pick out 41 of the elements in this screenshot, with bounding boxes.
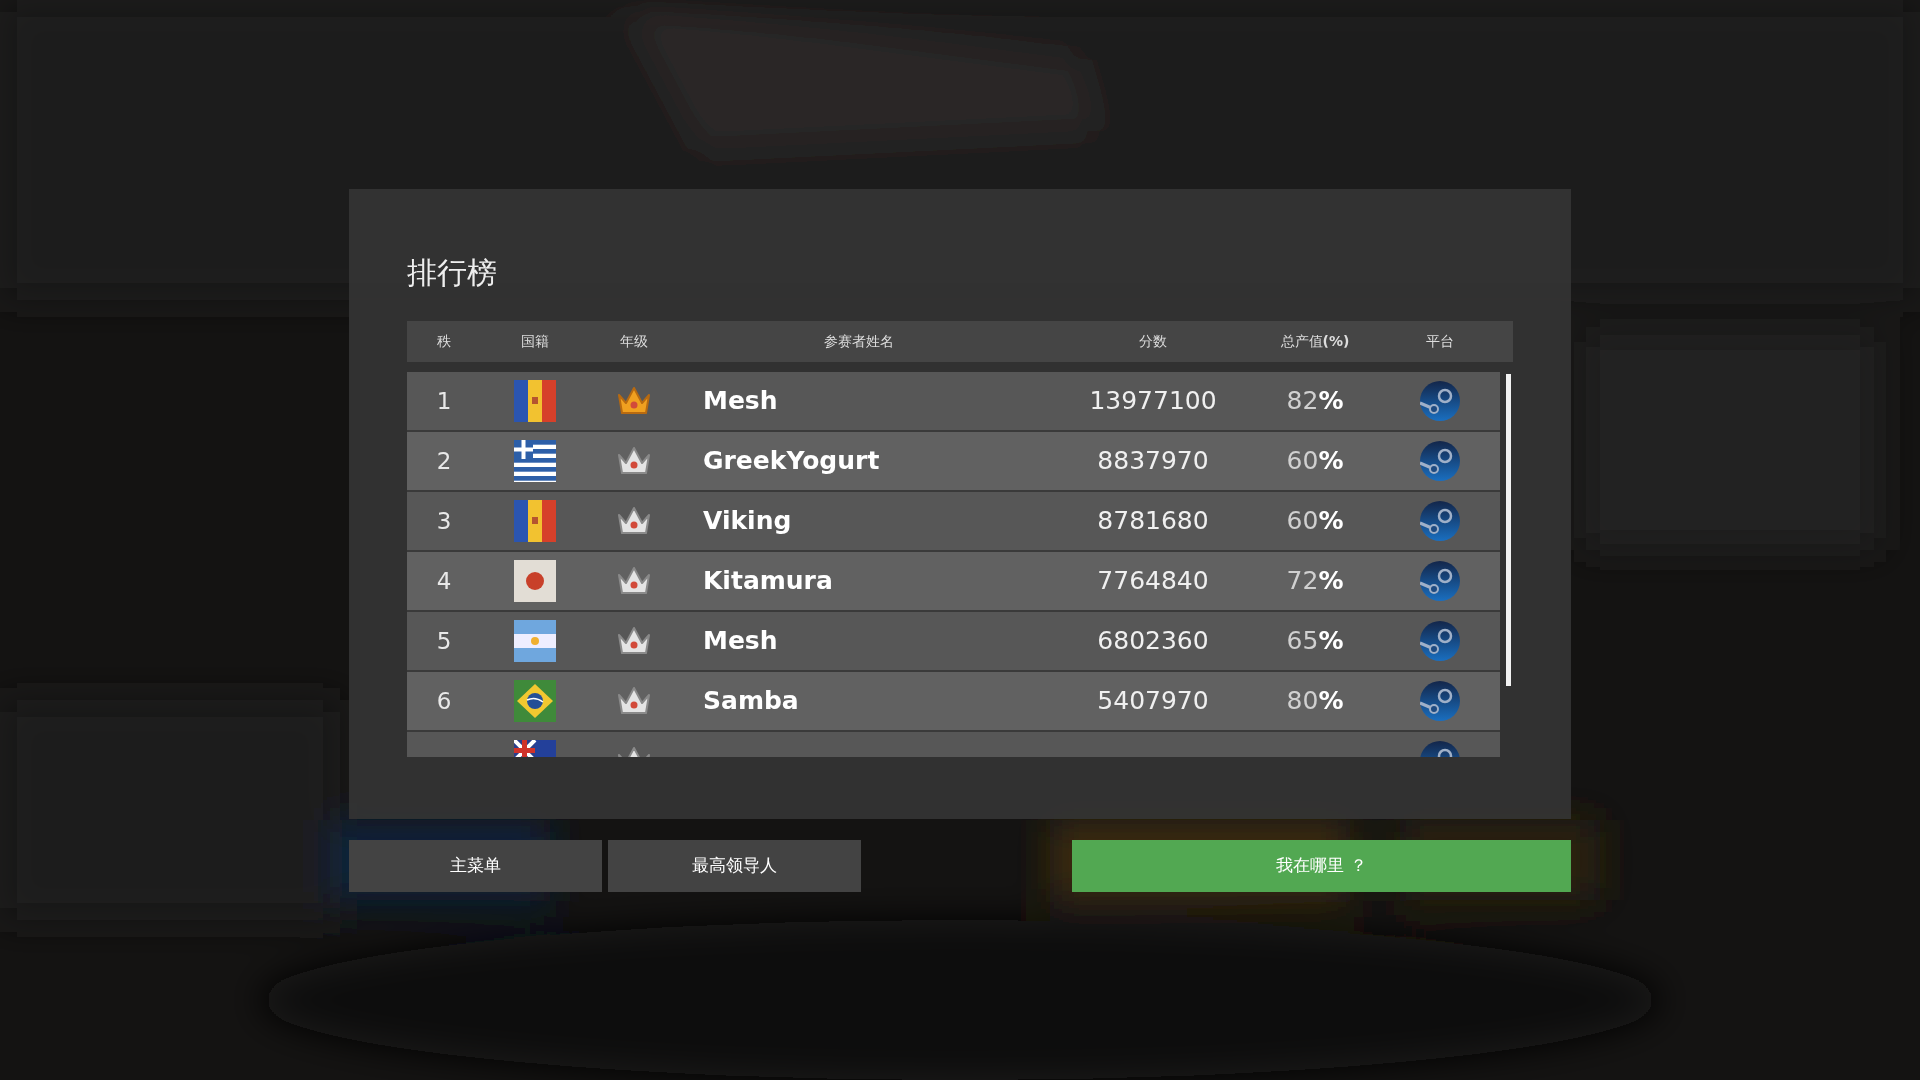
column-header: 参赛者姓名 bbox=[823, 332, 895, 351]
rank-number: 3 bbox=[436, 507, 452, 534]
rank-number: 4 bbox=[436, 567, 452, 594]
percent-value: 65% bbox=[1286, 626, 1344, 656]
platform-logo-icon bbox=[1420, 681, 1460, 721]
percent-value: 72% bbox=[1286, 566, 1344, 596]
rank-number: 5 bbox=[436, 627, 452, 654]
score-value: 8837970 bbox=[1097, 446, 1209, 476]
column-header: 总产值(%) bbox=[1279, 332, 1351, 351]
platform-logo-icon bbox=[1420, 501, 1460, 541]
platform-logo-icon bbox=[1420, 621, 1460, 661]
player-name: Samba bbox=[703, 686, 799, 716]
percent-value: 82% bbox=[1286, 386, 1344, 416]
score-value: 8781680 bbox=[1097, 506, 1209, 536]
column-header: 分数 bbox=[1138, 332, 1168, 351]
platform-logo-icon bbox=[1420, 561, 1460, 601]
player-name: Kitamura bbox=[703, 566, 833, 596]
player-name: Mesh bbox=[703, 386, 778, 416]
rank-number: 6 bbox=[436, 687, 452, 714]
percent-value: 60% bbox=[1286, 506, 1344, 536]
column-header: 国籍 bbox=[520, 332, 550, 351]
player-name: Viking bbox=[703, 506, 792, 536]
rank-number: 2 bbox=[436, 447, 452, 474]
platform-logo-icon bbox=[1420, 381, 1460, 421]
menu-button[interactable]: 最高领导人 bbox=[608, 840, 861, 892]
panel-title: 排行榜 bbox=[407, 255, 498, 291]
column-header: 年级 bbox=[619, 332, 649, 351]
menu-button[interactable]: 主菜单 bbox=[349, 840, 602, 892]
percent-value: 60% bbox=[1286, 446, 1344, 476]
score-value: 5407970 bbox=[1097, 686, 1209, 716]
player-name: Mesh bbox=[703, 626, 778, 656]
scrollbar[interactable] bbox=[1506, 374, 1511, 686]
percent-value: 80% bbox=[1286, 686, 1344, 716]
platform-logo-icon bbox=[1420, 441, 1460, 481]
rank-number: 1 bbox=[436, 387, 452, 414]
score-value: 13977100 bbox=[1089, 386, 1217, 416]
score-value: 6802360 bbox=[1097, 626, 1209, 656]
score-value: 7764840 bbox=[1097, 566, 1209, 596]
column-header: 秩 bbox=[436, 332, 452, 351]
player-name: GreekYogurt bbox=[703, 446, 880, 476]
column-header: 平台 bbox=[1425, 332, 1455, 351]
